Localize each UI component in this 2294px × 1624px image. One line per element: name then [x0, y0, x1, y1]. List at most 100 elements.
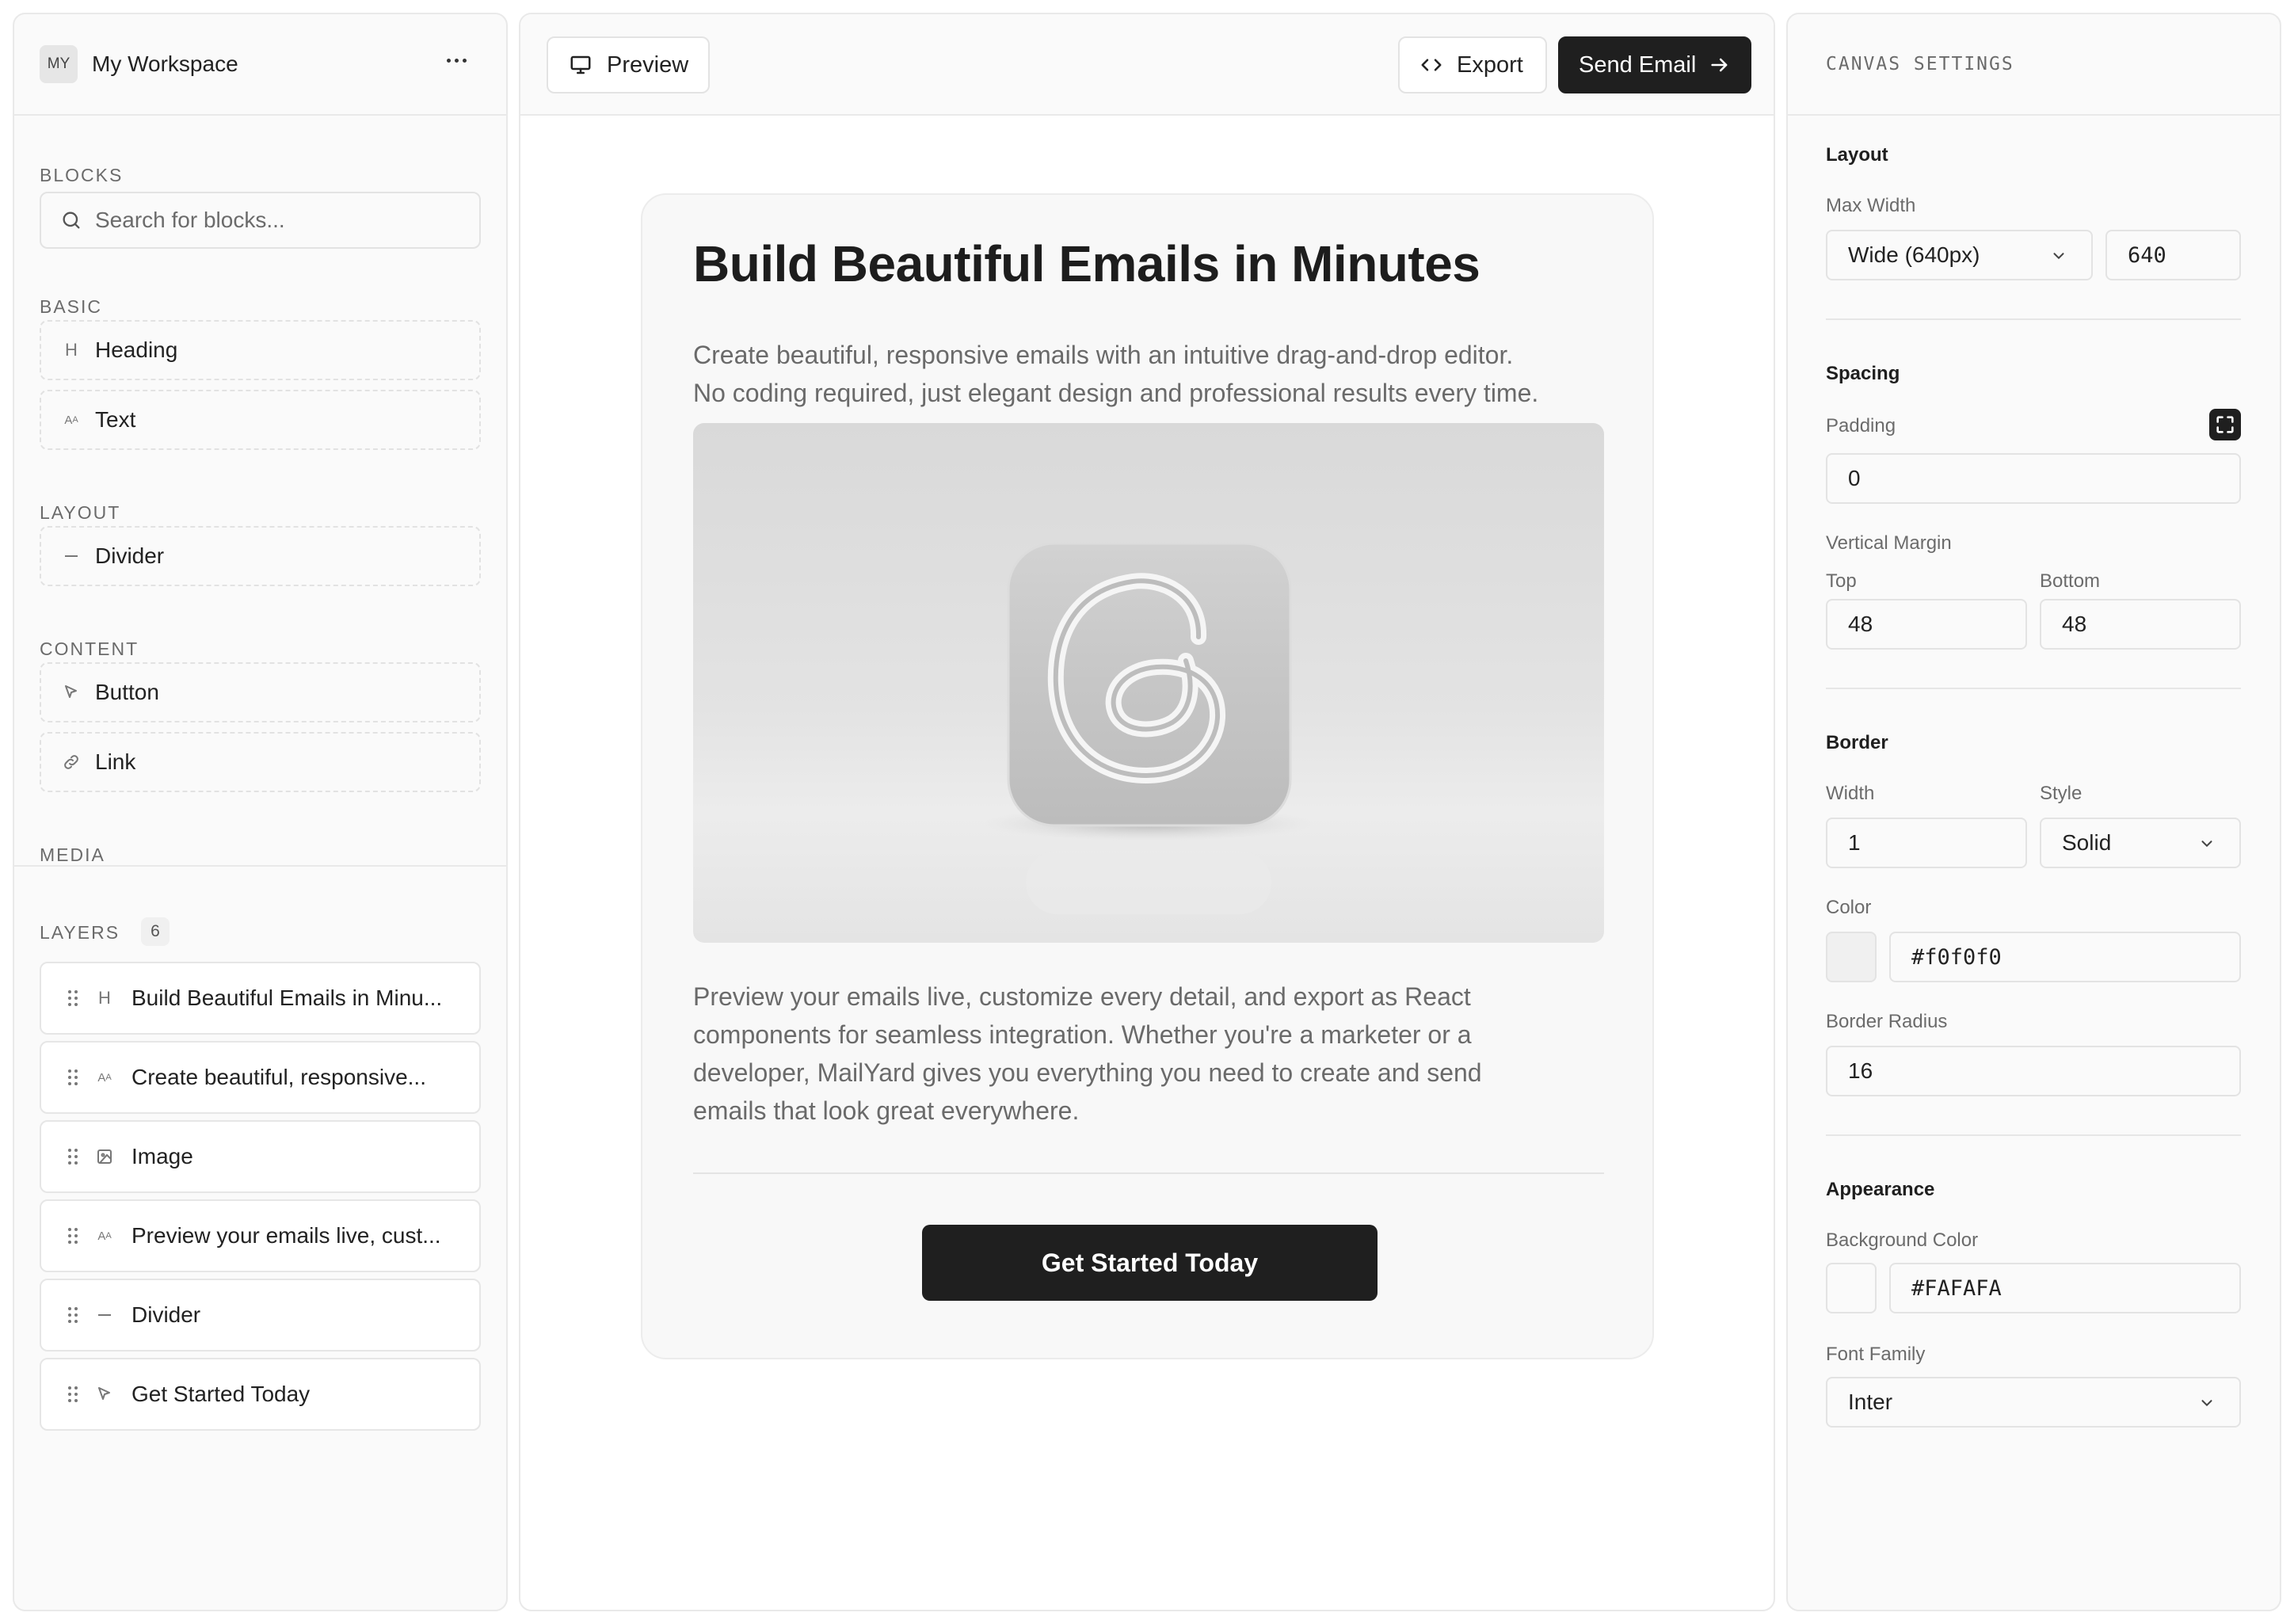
heading-icon: H [98, 988, 111, 1008]
drag-handle-icon[interactable] [68, 1069, 78, 1085]
bottom-margin-label: Bottom [2040, 570, 2101, 592]
text-icon: AA [97, 1229, 112, 1243]
layer-item[interactable]: H Build Beautiful Emails in Minu... [40, 962, 481, 1035]
code-icon [1421, 59, 1442, 71]
top-margin-input[interactable]: 48 [1826, 599, 2027, 650]
content-group-label: CONTENT [40, 639, 139, 659]
layer-item[interactable]: AA Preview your emails live, cust... [40, 1199, 481, 1272]
divider-icon [95, 1306, 114, 1325]
block-label: Divider [95, 543, 165, 568]
chevron-down-icon [2201, 841, 2212, 848]
email-hero-image[interactable] [693, 423, 1604, 943]
more-options-icon[interactable] [447, 59, 467, 63]
cursor-icon [65, 685, 77, 698]
background-color-label: Background Color [1826, 1229, 1979, 1251]
image-icon [97, 1149, 112, 1164]
email-intro-text[interactable]: Create beautiful, responsive emails with… [693, 336, 1538, 412]
text-icon: AA [97, 1070, 112, 1085]
email-canvas-panel: Preview Export Send Email Build Beautifu… [519, 13, 1775, 1611]
drag-handle-icon[interactable] [68, 1386, 78, 1402]
border-color-label: Color [1826, 897, 1872, 918]
layer-label: Build Beautiful Emails in Minu... [131, 985, 443, 1010]
padding-label: Padding [1826, 415, 1896, 436]
preview-button[interactable]: Preview [547, 36, 710, 93]
body-line: developer, MailYard gives you everything… [693, 1058, 1482, 1087]
workspace-name[interactable]: My Workspace [92, 51, 238, 77]
block-button[interactable]: Button [40, 662, 481, 722]
border-color-input[interactable]: #f0f0f0 [1889, 932, 2241, 982]
settings-header: CANVAS SETTINGS [1788, 14, 2280, 116]
blocks-sidebar: MY My Workspace BLOCKS BASIC H Heading A… [13, 13, 508, 1611]
drag-handle-icon[interactable] [68, 990, 78, 1006]
border-width-label: Width [1826, 783, 1875, 804]
block-label: Button [95, 680, 159, 704]
search-icon [63, 212, 80, 229]
border-color-swatch[interactable] [1826, 932, 1877, 982]
font-family-select[interactable]: Inter [1826, 1377, 2241, 1428]
block-link[interactable]: Link [40, 732, 481, 792]
drag-handle-icon[interactable] [68, 1307, 78, 1323]
border-width-input[interactable]: 1 [1826, 818, 2027, 868]
layer-item[interactable]: Image [40, 1120, 481, 1193]
section-divider [1826, 688, 2241, 689]
export-button[interactable]: Export [1398, 36, 1547, 93]
intro-line: No coding required, just elegant design … [693, 379, 1539, 407]
bottom-margin-input[interactable]: 48 [2040, 599, 2241, 650]
email-card[interactable]: Build Beautiful Emails in Minutes Create… [641, 193, 1654, 1359]
border-style-select[interactable]: Solid [2040, 818, 2241, 868]
layer-label: Divider [131, 1302, 201, 1327]
preview-button-label: Preview [607, 51, 689, 78]
border-style-label: Style [2040, 783, 2083, 804]
layer-label: Image [131, 1144, 193, 1168]
search-input[interactable] [95, 208, 459, 233]
max-width-input[interactable]: 640 [2105, 230, 2241, 280]
link-icon [64, 755, 78, 769]
layout-section-title: Layout [1826, 144, 1888, 166]
layer-label: Preview your emails live, cust... [131, 1223, 441, 1248]
chevron-down-icon [2053, 253, 2064, 260]
section-divider [1826, 1134, 2241, 1136]
border-radius-input[interactable]: 16 [1826, 1046, 2241, 1096]
block-search-field[interactable] [40, 192, 481, 249]
font-family-label: Font Family [1826, 1344, 1926, 1365]
layer-label: Create beautiful, responsive... [131, 1065, 426, 1089]
appearance-section-title: Appearance [1826, 1179, 1935, 1200]
send-email-button[interactable]: Send Email [1558, 36, 1751, 93]
max-width-select[interactable]: Wide (640px) [1826, 230, 2093, 280]
heading-icon: H [65, 340, 78, 360]
block-label: Heading [95, 337, 178, 362]
spacing-section-title: Spacing [1826, 363, 1900, 384]
get-started-button[interactable]: Get Started Today [922, 1225, 1378, 1301]
block-divider[interactable]: Divider [40, 526, 481, 586]
layer-item[interactable]: Divider [40, 1279, 481, 1351]
padding-expand-toggle[interactable] [2209, 409, 2241, 440]
layer-item[interactable]: AA Create beautiful, responsive... [40, 1041, 481, 1114]
layer-item[interactable]: Get Started Today [40, 1358, 481, 1431]
workspace-avatar: MY [40, 45, 78, 83]
drag-handle-icon[interactable] [68, 1228, 78, 1244]
body-line: emails that look great everywhere. [693, 1096, 1080, 1125]
border-section-title: Border [1826, 732, 1888, 753]
body-line: Preview your emails live, customize ever… [693, 982, 1471, 1011]
block-heading[interactable]: H Heading [40, 320, 481, 380]
basic-group-label: BASIC [40, 296, 103, 317]
background-color-swatch[interactable] [1826, 1263, 1877, 1313]
workspace-header[interactable]: MY My Workspace [14, 14, 506, 116]
body-line: components for seamless integration. Whe… [693, 1020, 1472, 1049]
vertical-margin-label: Vertical Margin [1826, 532, 1952, 554]
section-divider [1826, 318, 2241, 320]
padding-input[interactable]: 0 [1826, 453, 2241, 504]
email-divider[interactable] [693, 1172, 1604, 1174]
chevron-down-icon [2201, 1400, 2212, 1407]
layout-group-label: LAYOUT [40, 502, 121, 523]
email-body-text[interactable]: Preview your emails live, customize ever… [693, 978, 1482, 1130]
email-heading[interactable]: Build Beautiful Emails in Minutes [693, 234, 1480, 293]
background-color-input[interactable]: #FAFAFA [1889, 1263, 2241, 1313]
border-style-value: Solid [2062, 830, 2112, 855]
drag-handle-icon[interactable] [68, 1149, 78, 1165]
export-button-label: Export [1457, 51, 1523, 78]
cursor-icon [98, 1387, 110, 1400]
text-icon: AA [64, 413, 78, 427]
block-text[interactable]: AA Text [40, 390, 481, 450]
monitor-icon [570, 55, 591, 74]
